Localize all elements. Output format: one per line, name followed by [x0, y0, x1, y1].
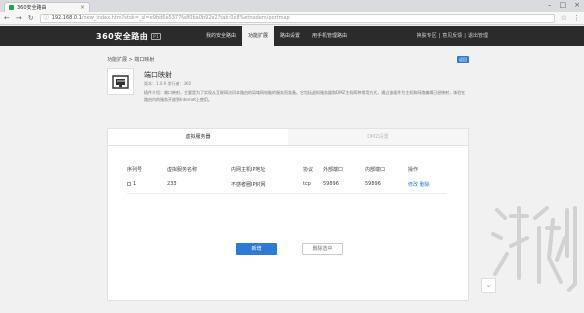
add-button[interactable]: 新增 — [236, 243, 277, 255]
row-index: 1 — [127, 181, 136, 187]
maximize-button[interactable]: □ — [560, 1, 567, 10]
breadcrumb: 功能扩展 > 端口映射 — [107, 57, 155, 63]
separator: | — [464, 33, 466, 39]
row-protocol: tcp — [303, 181, 311, 187]
col-index: 序列号 — [127, 167, 143, 173]
reload-icon[interactable]: ↻ — [28, 14, 34, 22]
row-int-port: 59896 — [365, 181, 381, 187]
app-name: 端口映射 — [144, 71, 172, 79]
logo-text: 360安全路由 — [96, 31, 149, 41]
url-text: 192.168.0.1/new_index.htm?stok=_sl=e9bd6… — [52, 15, 290, 21]
nav-my-router[interactable]: 我的安全路由 — [200, 26, 242, 46]
browser-tab-title: 360安全路由 — [17, 5, 47, 11]
browser-tab-strip: 360安全路由 × – □ × — [0, 0, 584, 12]
nav-mobile-manage[interactable]: 用手机管理路由 — [306, 26, 353, 46]
row-actions: 修改 删除 — [408, 181, 430, 188]
favicon-icon — [9, 5, 14, 10]
minimize-button[interactable]: – — [548, 1, 552, 10]
delete-selected-button[interactable]: 删除选中 — [302, 243, 343, 255]
delete-link[interactable]: 删除 — [420, 182, 430, 188]
nav-extensions[interactable]: 功能扩展 — [242, 26, 275, 46]
separator: | — [438, 33, 441, 39]
table-header: 序列号 虚拟服务名称 内网主机IP地址 协议 外部端口 内部端口 操作 — [127, 166, 447, 174]
app-description: 插件介绍：端口映射，主要是为了实现从互联网访问本路由的局域网电脑的服务而准备。它… — [144, 90, 466, 102]
forward-icon[interactable]: → — [16, 14, 22, 22]
logout-link[interactable]: 退出管理 — [468, 26, 488, 46]
header-links: 换肤专区 | 意见反馈 | 退出管理 — [417, 26, 488, 46]
port-mapping-panel: 虚拟服务器 DMZ设置 序列号 虚拟服务名称 内网主机IP地址 协议 外部端口 … — [107, 128, 469, 301]
page-info-icon[interactable]: ⓘ — [44, 15, 49, 21]
row-checkbox[interactable] — [127, 181, 131, 186]
col-actions: 操作 — [408, 167, 419, 173]
router-logo: 360安全路由 P1 — [96, 31, 162, 41]
nav-router-settings[interactable]: 路由设置 — [274, 26, 306, 46]
feedback-link[interactable]: 意见反馈 — [442, 26, 462, 46]
address-bar: ← → ↻ ⓘ 192.168.0.1/new_index.htm?stok=_… — [0, 12, 584, 25]
row-index-text: 1 — [133, 181, 137, 187]
router-header: 360安全路由 P1 我的安全路由 功能扩展 路由设置 用手机管理路由 换肤专区… — [0, 26, 584, 46]
model-badge: P1 — [151, 32, 162, 40]
browser-menu-icon[interactable]: ⋮ — [573, 14, 580, 22]
col-ext-port: 外部端口 — [323, 167, 344, 173]
url-input[interactable]: ⓘ 192.168.0.1/new_index.htm?stok=_sl=e9b… — [39, 13, 555, 23]
bookmark-star-icon[interactable]: ☆ — [561, 14, 567, 22]
table-row: 1 233 不感者圈IP封网 tcp 59896 59896 修改 删除 — [127, 181, 447, 191]
col-protocol: 协议 — [303, 167, 314, 173]
close-window-button[interactable]: × — [574, 1, 580, 10]
row-ext-port: 59896 — [323, 181, 339, 187]
col-int-port: 内部端口 — [365, 167, 386, 173]
back-button[interactable]: 返回 — [457, 56, 469, 63]
skin-link[interactable]: 换肤专区 — [417, 26, 437, 46]
row-divider — [127, 193, 447, 194]
app-meta: 版本：1.0.9 发行者：360 — [144, 81, 192, 86]
main-nav: 我的安全路由 功能扩展 路由设置 用手机管理路由 — [200, 26, 353, 46]
row-name: 233 — [167, 181, 177, 187]
url-path: /new_index.htm?stok=_sl=e9bd6e5377fa80ba… — [81, 15, 290, 21]
col-host: 内网主机IP地址 — [231, 167, 266, 173]
url-host: 192.168.0.1 — [51, 15, 82, 21]
watermark-logo — [491, 206, 577, 292]
col-name: 虚拟服务名称 — [167, 167, 198, 173]
tab-dmz[interactable]: DMZ设置 — [288, 129, 468, 145]
back-icon[interactable]: ← — [4, 14, 10, 22]
row-host: 不感者圈IP封网 — [231, 182, 266, 188]
edit-link[interactable]: 修改 — [408, 182, 418, 188]
close-tab-icon[interactable]: × — [80, 4, 85, 11]
port-mapping-icon — [107, 68, 134, 95]
window-controls: – □ × — [548, 1, 580, 10]
panel-tabs: 虚拟服务器 DMZ设置 — [108, 129, 468, 146]
tab-virtual-server[interactable]: 虚拟服务器 — [108, 129, 288, 145]
browser-tab[interactable]: 360安全路由 × — [4, 2, 90, 12]
app-info: 端口映射 版本：1.0.9 发行者：360 插件介绍：端口映射，主要是为了实现从… — [107, 66, 469, 126]
